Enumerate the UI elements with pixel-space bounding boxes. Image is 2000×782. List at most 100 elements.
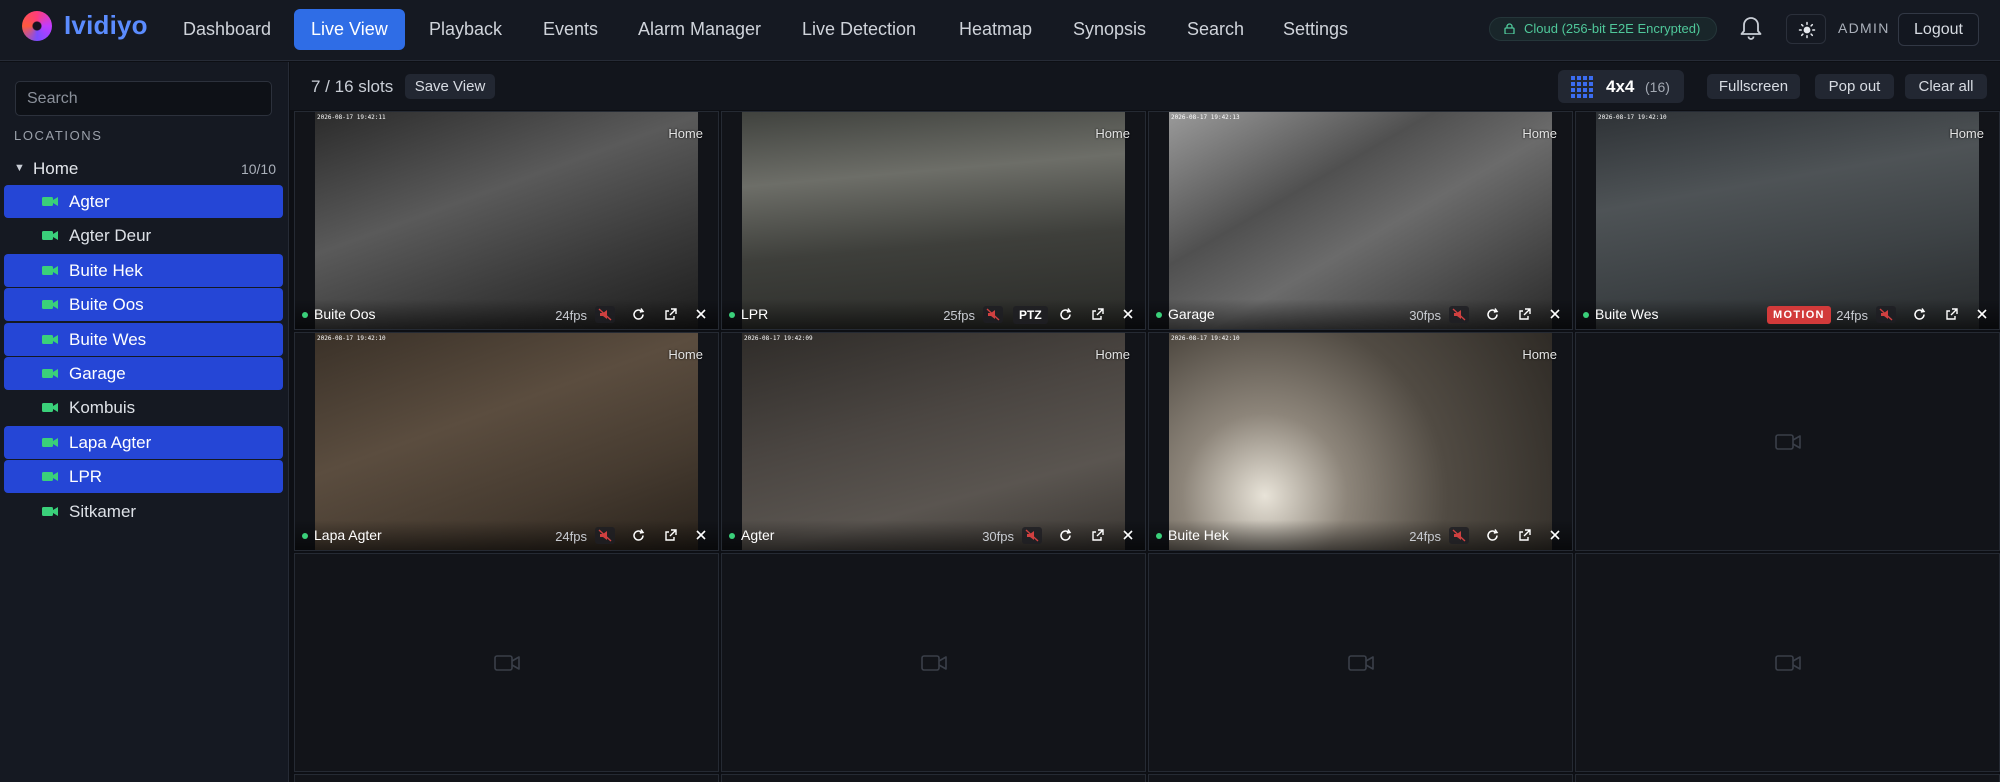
reload-icon[interactable] <box>629 527 649 544</box>
logout-button[interactable]: Logout <box>1898 13 1979 46</box>
nav-alarm-manager[interactable]: Alarm Manager <box>621 9 778 50</box>
video-feed[interactable] <box>742 333 1125 550</box>
close-icon[interactable] <box>691 527 711 544</box>
video-camera-icon <box>42 403 58 413</box>
mute-icon[interactable] <box>1449 306 1469 323</box>
camera-tile[interactable]: 2026-08-17 19:42:13 Home Garage 30fps <box>1148 111 1573 330</box>
video-feed[interactable] <box>1169 333 1552 550</box>
tile-caption-bar: LPR PTZ 25fps <box>722 299 1145 329</box>
camera-label: Buite Hek <box>69 260 143 280</box>
empty-slot[interactable] <box>1148 553 1573 772</box>
nav-events[interactable]: Events <box>526 9 615 50</box>
video-feed[interactable] <box>315 112 698 329</box>
nav-synopsis[interactable]: Synopsis <box>1056 9 1163 50</box>
video-feed[interactable] <box>1169 112 1552 329</box>
external-link-icon[interactable] <box>1088 527 1108 544</box>
camera-tile[interactable]: 2026-08-17 19:42:10 Home Lapa Agter 24fps <box>294 332 719 551</box>
external-link-icon[interactable] <box>1515 306 1535 323</box>
grid-slot-count: (16) <box>1645 79 1670 95</box>
external-link-icon[interactable] <box>661 527 681 544</box>
empty-slot[interactable] <box>1575 553 2000 772</box>
close-icon[interactable] <box>1972 306 1992 323</box>
video-feed[interactable] <box>315 333 698 550</box>
reload-icon[interactable] <box>1056 527 1076 544</box>
sidebar-camera-item[interactable]: LPR <box>4 460 283 494</box>
video-feed[interactable] <box>1596 112 1979 329</box>
motion-badge: MOTION <box>1767 306 1831 324</box>
nav-heatmap[interactable]: Heatmap <box>942 9 1049 50</box>
tile-camera-name: LPR <box>741 306 769 322</box>
tile-camera-name: Buite Oos <box>314 306 376 322</box>
empty-slot[interactable] <box>294 553 719 772</box>
external-link-icon[interactable] <box>661 306 681 323</box>
brand-logo-icon <box>22 11 52 41</box>
nav-live-detection[interactable]: Live Detection <box>785 9 933 50</box>
empty-slot[interactable] <box>1575 774 2000 782</box>
camera-tile[interactable]: 2026-08-17 19:42:09 Home Agter 30fps <box>721 332 1146 551</box>
notifications-bell-icon[interactable] <box>1737 14 1765 42</box>
reload-icon[interactable] <box>1910 306 1930 323</box>
mute-icon[interactable] <box>983 306 1003 323</box>
mute-icon[interactable] <box>1022 527 1042 544</box>
sidebar-camera-item[interactable]: Sitkamer <box>4 495 283 528</box>
location-home[interactable]: ▼ Home 10/10 <box>14 158 276 180</box>
camera-tile[interactable]: 2026-08-17 19:42:11 Home Buite Oos 24fps <box>294 111 719 330</box>
nav-playback[interactable]: Playback <box>412 9 519 50</box>
close-icon[interactable] <box>1118 306 1138 323</box>
sidebar-camera-item[interactable]: Agter <box>4 185 283 218</box>
mute-icon[interactable] <box>1876 306 1896 323</box>
grid-layout-selector[interactable]: 4x4 (16) <box>1558 70 1684 103</box>
fullscreen-button[interactable]: Fullscreen <box>1707 74 1800 99</box>
mute-icon[interactable] <box>595 306 615 323</box>
osd-timestamp: 2026-08-17 19:42:13 <box>1171 114 1240 121</box>
camera-tile[interactable]: Home LPR PTZ 25fps <box>721 111 1146 330</box>
empty-slot[interactable] <box>1148 774 1573 782</box>
live-status-dot <box>1156 533 1162 539</box>
grid-layout-value: 4x4 <box>1606 77 1635 96</box>
close-icon[interactable] <box>1545 527 1565 544</box>
empty-slot[interactable] <box>1575 332 2000 551</box>
reload-icon[interactable] <box>1483 527 1503 544</box>
sidebar-camera-item[interactable]: Agter Deur <box>4 219 283 252</box>
caret-down-icon[interactable]: ▼ <box>14 162 25 174</box>
reload-icon[interactable] <box>629 306 649 323</box>
theme-toggle-button[interactable] <box>1786 14 1826 44</box>
tile-camera-name: Agter <box>741 527 775 543</box>
mute-icon[interactable] <box>1449 527 1469 544</box>
empty-slot[interactable] <box>294 774 719 782</box>
camera-label: Lapa Agter <box>69 432 152 452</box>
close-icon[interactable] <box>1118 527 1138 544</box>
nav-dashboard[interactable]: Dashboard <box>166 9 288 50</box>
camera-label: Agter <box>69 192 110 211</box>
sidebar-camera-item[interactable]: Buite Oos <box>4 288 283 322</box>
sidebar-camera-item[interactable]: Buite Wes <box>4 322 283 356</box>
nav-live-view[interactable]: Live View <box>294 9 405 50</box>
sidebar-camera-item[interactable]: Garage <box>4 357 283 390</box>
external-link-icon[interactable] <box>1088 306 1108 323</box>
camera-tile[interactable]: 2026-08-17 19:42:10 Home Buite Hek 24fps <box>1148 332 1573 551</box>
video-feed[interactable] <box>742 112 1125 329</box>
reload-icon[interactable] <box>1056 306 1076 323</box>
nav-settings[interactable]: Settings <box>1266 9 1365 50</box>
external-link-icon[interactable] <box>1515 527 1535 544</box>
lock-icon <box>1504 23 1515 34</box>
sidebar-camera-item[interactable]: Lapa Agter <box>4 425 283 459</box>
camera-search-input[interactable] <box>15 81 272 116</box>
pop-out-button[interactable]: Pop out <box>1815 74 1894 99</box>
reload-icon[interactable] <box>1483 306 1503 323</box>
osd-timestamp: 2026-08-17 19:42:10 <box>1598 114 1667 121</box>
close-icon[interactable] <box>1545 306 1565 323</box>
empty-slot[interactable] <box>721 774 1146 782</box>
save-view-button[interactable]: Save View <box>405 74 495 99</box>
nav-search[interactable]: Search <box>1170 9 1261 50</box>
clear-all-button[interactable]: Clear all <box>1905 74 1987 99</box>
close-icon[interactable] <box>691 306 711 323</box>
empty-slot[interactable] <box>721 553 1146 772</box>
external-link-icon[interactable] <box>1942 306 1962 323</box>
video-camera-icon <box>42 231 58 241</box>
ptz-button[interactable]: PTZ <box>1013 306 1048 324</box>
sidebar-camera-item[interactable]: Buite Hek <box>4 253 283 287</box>
mute-icon[interactable] <box>595 527 615 544</box>
sidebar-camera-item[interactable]: Kombuis <box>4 391 283 424</box>
camera-tile[interactable]: 2026-08-17 19:42:10 Home Buite Wes MOTION 24… <box>1575 111 2000 330</box>
